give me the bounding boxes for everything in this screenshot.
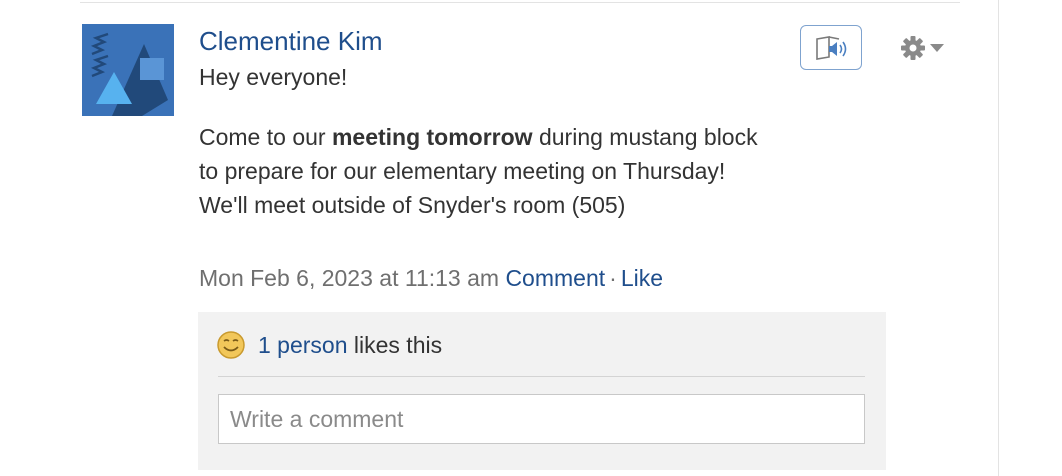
read-aloud-icon xyxy=(816,36,847,60)
smiley-icon xyxy=(217,331,245,359)
post-greeting: Hey everyone! xyxy=(199,64,348,90)
post-body-bold: meeting tomorrow xyxy=(331,124,533,150)
likes-suffix: likes this xyxy=(347,332,443,358)
post-meta: Mon Feb 6, 2023 at 11:13 am Comment · Like xyxy=(199,265,663,292)
settings-menu-button[interactable] xyxy=(900,34,946,67)
caret-down-icon xyxy=(930,44,944,52)
post-body: Come to our meeting tomorrow during must… xyxy=(199,120,769,222)
top-divider xyxy=(80,2,960,3)
avatar[interactable] xyxy=(82,24,174,116)
gear-icon xyxy=(901,36,944,60)
meta-separator: · xyxy=(609,265,617,291)
comment-link[interactable]: Comment xyxy=(505,265,605,291)
author-name-link[interactable]: Clementine Kim xyxy=(199,26,383,57)
read-aloud-button[interactable] xyxy=(800,25,862,70)
comment-input[interactable] xyxy=(218,394,865,444)
like-link[interactable]: Like xyxy=(621,265,663,291)
post-body-text: Come to our xyxy=(199,124,332,150)
likes-panel: 1 person likes this xyxy=(198,312,886,470)
likes-summary: 1 person likes this xyxy=(258,332,442,359)
likes-divider xyxy=(218,376,865,377)
post-timestamp: Mon Feb 6, 2023 at 11:13 am xyxy=(199,265,500,291)
likes-count-link[interactable]: 1 person xyxy=(258,332,348,358)
right-divider xyxy=(998,0,999,476)
avatar-image xyxy=(82,24,174,116)
